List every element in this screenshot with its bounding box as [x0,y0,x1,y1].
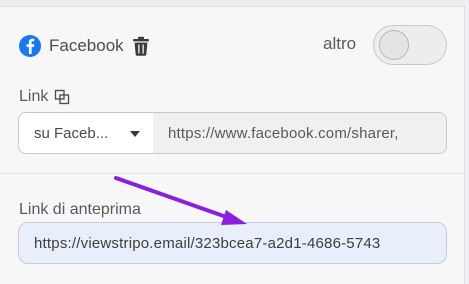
altro-toggle[interactable] [373,25,447,65]
top-divider [0,0,465,7]
preview-link-field[interactable]: https://viewstripo.email/323bcea7-a2d1-4… [18,222,447,264]
chevron-down-icon [130,131,140,137]
link-label-row: Link [19,88,70,106]
link-url-value: https://www.facebook.com/sharer, [168,124,399,142]
social-network-label: Facebook [49,36,124,55]
link-url-field[interactable]: https://www.facebook.com/sharer, [153,112,447,154]
link-type-select-value: su Faceb... [34,124,109,142]
section-divider [0,173,465,174]
link-label: Link [19,88,49,105]
preview-link-label: Link di anteprima [19,201,141,218]
social-settings-panel: Facebook altro Link su Faceb... https://… [0,0,465,284]
preview-link-value: https://viewstripo.email/323bcea7-a2d1-4… [34,234,381,252]
copy-icon[interactable] [54,89,70,105]
trash-icon[interactable] [131,35,151,57]
social-network-row: Facebook [19,30,151,62]
toggle-knob [379,30,409,60]
toggle-label: altro [323,34,357,53]
link-type-select[interactable]: su Faceb... [18,112,154,154]
facebook-icon [19,35,41,57]
